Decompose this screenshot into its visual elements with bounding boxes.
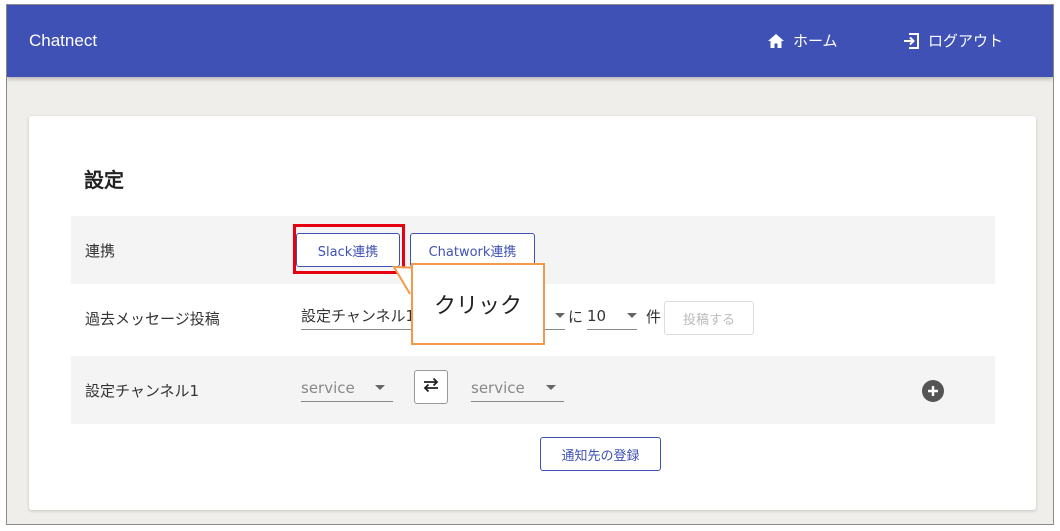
chatwork-integration-button[interactable]: Chatwork連携 xyxy=(410,233,535,267)
chevron-down-icon xyxy=(546,385,556,390)
add-channel-button[interactable] xyxy=(922,380,944,402)
register-destination-button[interactable]: 通知先の登録 xyxy=(540,437,661,471)
target-service-select[interactable]: service xyxy=(471,374,564,402)
source-service-select[interactable]: service xyxy=(301,374,393,402)
count-select[interactable]: 10 xyxy=(587,302,637,330)
home-nav-link[interactable]: ホーム xyxy=(767,30,838,51)
home-icon xyxy=(767,33,785,49)
to-text: に xyxy=(568,308,584,326)
page-title: 設定 xyxy=(84,168,124,192)
post-button[interactable]: 投稿する xyxy=(664,301,754,335)
logout-nav-link[interactable]: ログアウト xyxy=(902,30,1003,51)
chevron-down-icon xyxy=(627,313,637,318)
channel1-row: 設定チャンネル1 service service xyxy=(71,356,995,424)
plus-circle-icon xyxy=(927,382,939,401)
channel1-label: 設定チャンネル1 xyxy=(85,382,200,400)
target-service-value: service xyxy=(471,378,525,397)
chevron-down-icon xyxy=(555,313,565,318)
home-label: ホーム xyxy=(793,32,838,50)
logout-icon xyxy=(902,32,920,50)
count-select-value: 10 xyxy=(587,306,607,325)
top-app-bar: Chatnect ホーム ログアウト xyxy=(7,5,1053,77)
unit-text: 件 xyxy=(646,308,662,326)
source-service-value: service xyxy=(301,378,355,397)
logout-label: ログアウト xyxy=(928,32,1004,50)
integration-label: 連携 xyxy=(85,242,116,260)
past-messages-label: 過去メッセージ投稿 xyxy=(85,310,220,328)
app-title[interactable]: Chatnect xyxy=(29,31,97,51)
swap-arrows-icon xyxy=(422,377,440,397)
chevron-down-icon xyxy=(375,385,385,390)
swap-button[interactable] xyxy=(414,370,448,404)
app-window: Chatnect ホーム ログアウト 設定 連携 Slack連携 Chatwor… xyxy=(6,4,1054,525)
slack-integration-button[interactable]: Slack連携 xyxy=(296,233,400,267)
click-callout: クリック xyxy=(411,263,545,345)
